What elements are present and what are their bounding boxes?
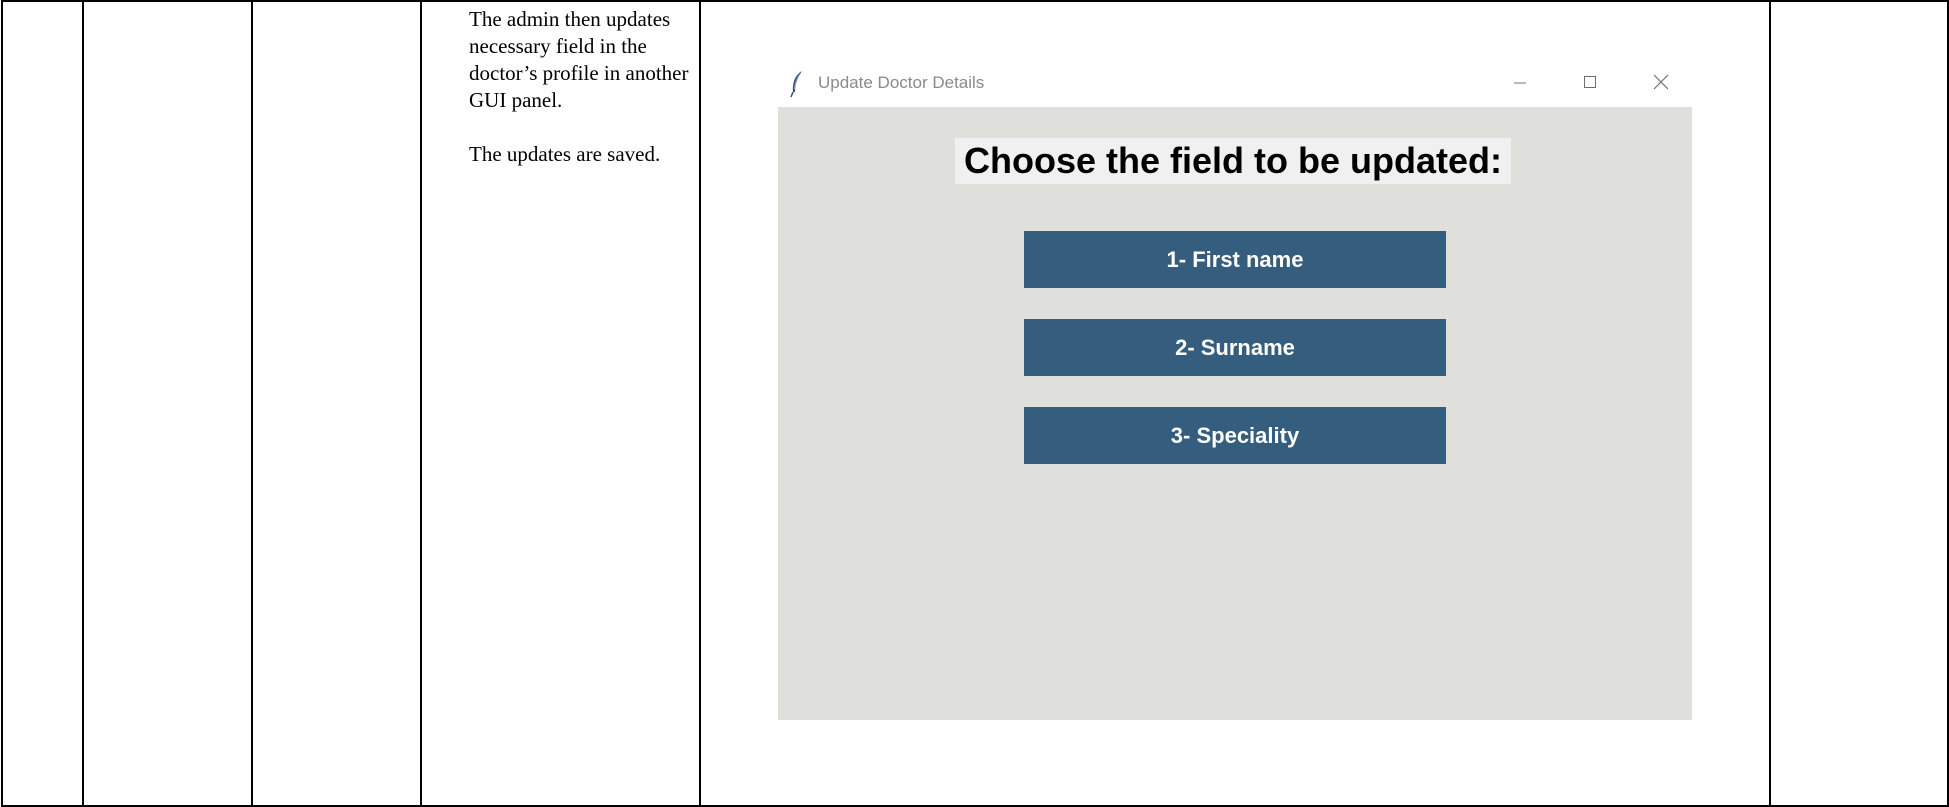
table-cell-1: [1, 0, 83, 807]
table-cell-6: [1769, 0, 1949, 807]
speciality-button[interactable]: 3- Speciality: [1024, 407, 1446, 464]
window-title: Update Doctor Details: [818, 73, 985, 92]
window-content: Choose the field to be updated: 1- First…: [778, 107, 1692, 720]
choose-field-heading: Choose the field to be updated:: [955, 138, 1511, 184]
window-titlebar[interactable]: Update Doctor Details: [778, 64, 1692, 107]
update-doctor-window: Update Doctor Details Choose the field t…: [778, 64, 1692, 720]
close-icon[interactable]: [1649, 70, 1673, 94]
description-paragraph: The admin then updates necessary field i…: [469, 7, 689, 112]
first-name-button[interactable]: 1- First name: [1024, 231, 1446, 288]
table-cell-3: [251, 0, 421, 807]
table-cell-2: [82, 0, 252, 807]
description-paragraph: The updates are saved.: [469, 142, 661, 166]
surname-button[interactable]: 2- Surname: [1024, 319, 1446, 376]
minimize-icon[interactable]: [1508, 70, 1532, 94]
feather-icon: [789, 70, 805, 98]
maximize-icon[interactable]: [1578, 70, 1602, 94]
step-description: The admin then updates necessary field i…: [469, 6, 689, 195]
